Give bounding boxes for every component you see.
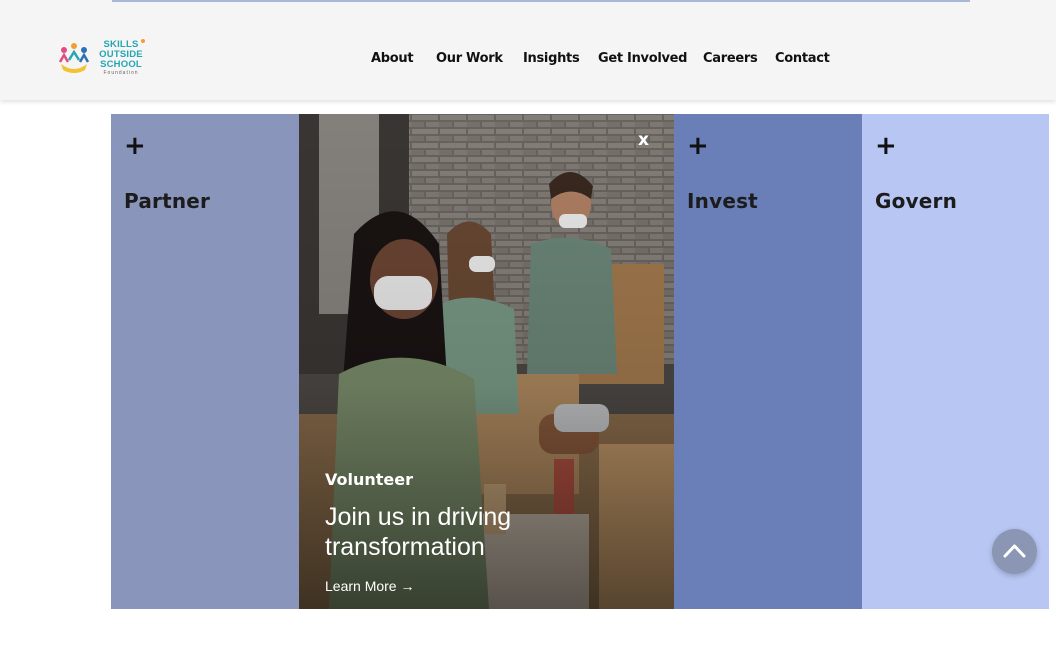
panel-title: Partner [124, 189, 211, 213]
logo-line-4: Foundation [103, 70, 139, 76]
panel-volunteer-expanded[interactable]: x Volunteer Join us in driving transform… [299, 114, 674, 609]
main-nav: About Our Work Insights Get Involved Car… [0, 51, 1056, 71]
panel-kicker: Volunteer [325, 470, 414, 489]
plus-icon[interactable]: + [875, 133, 897, 159]
panel-headline: Join us in driving transformation [325, 503, 512, 561]
panel-invest[interactable]: + Invest [674, 114, 862, 609]
panel-title: Govern [875, 189, 958, 213]
learn-more-link[interactable]: Learn More → [325, 578, 414, 594]
close-button[interactable]: x [638, 130, 649, 150]
involvement-panels: + Partner x Volunteer Join us in driving… [111, 114, 1049, 609]
plus-icon[interactable]: + [687, 133, 709, 159]
plus-icon[interactable]: + [124, 133, 146, 159]
panel-title: Invest [687, 189, 758, 213]
nav-contact[interactable]: Contact [775, 51, 830, 66]
chevron-up-icon [1003, 544, 1026, 558]
site-header: SKILLS OUTSIDE SCHOOL Foundation About O… [0, 0, 1056, 100]
nav-get-involved[interactable]: Get Involved [598, 51, 687, 66]
scroll-to-top-button[interactable] [992, 529, 1037, 574]
top-divider [112, 0, 970, 2]
logo-dot [141, 39, 145, 43]
nav-insights[interactable]: Insights [523, 51, 580, 66]
nav-our-work[interactable]: Our Work [436, 51, 503, 66]
nav-about[interactable]: About [371, 51, 414, 66]
nav-careers[interactable]: Careers [703, 51, 758, 66]
panel-partner[interactable]: + Partner [111, 114, 299, 609]
